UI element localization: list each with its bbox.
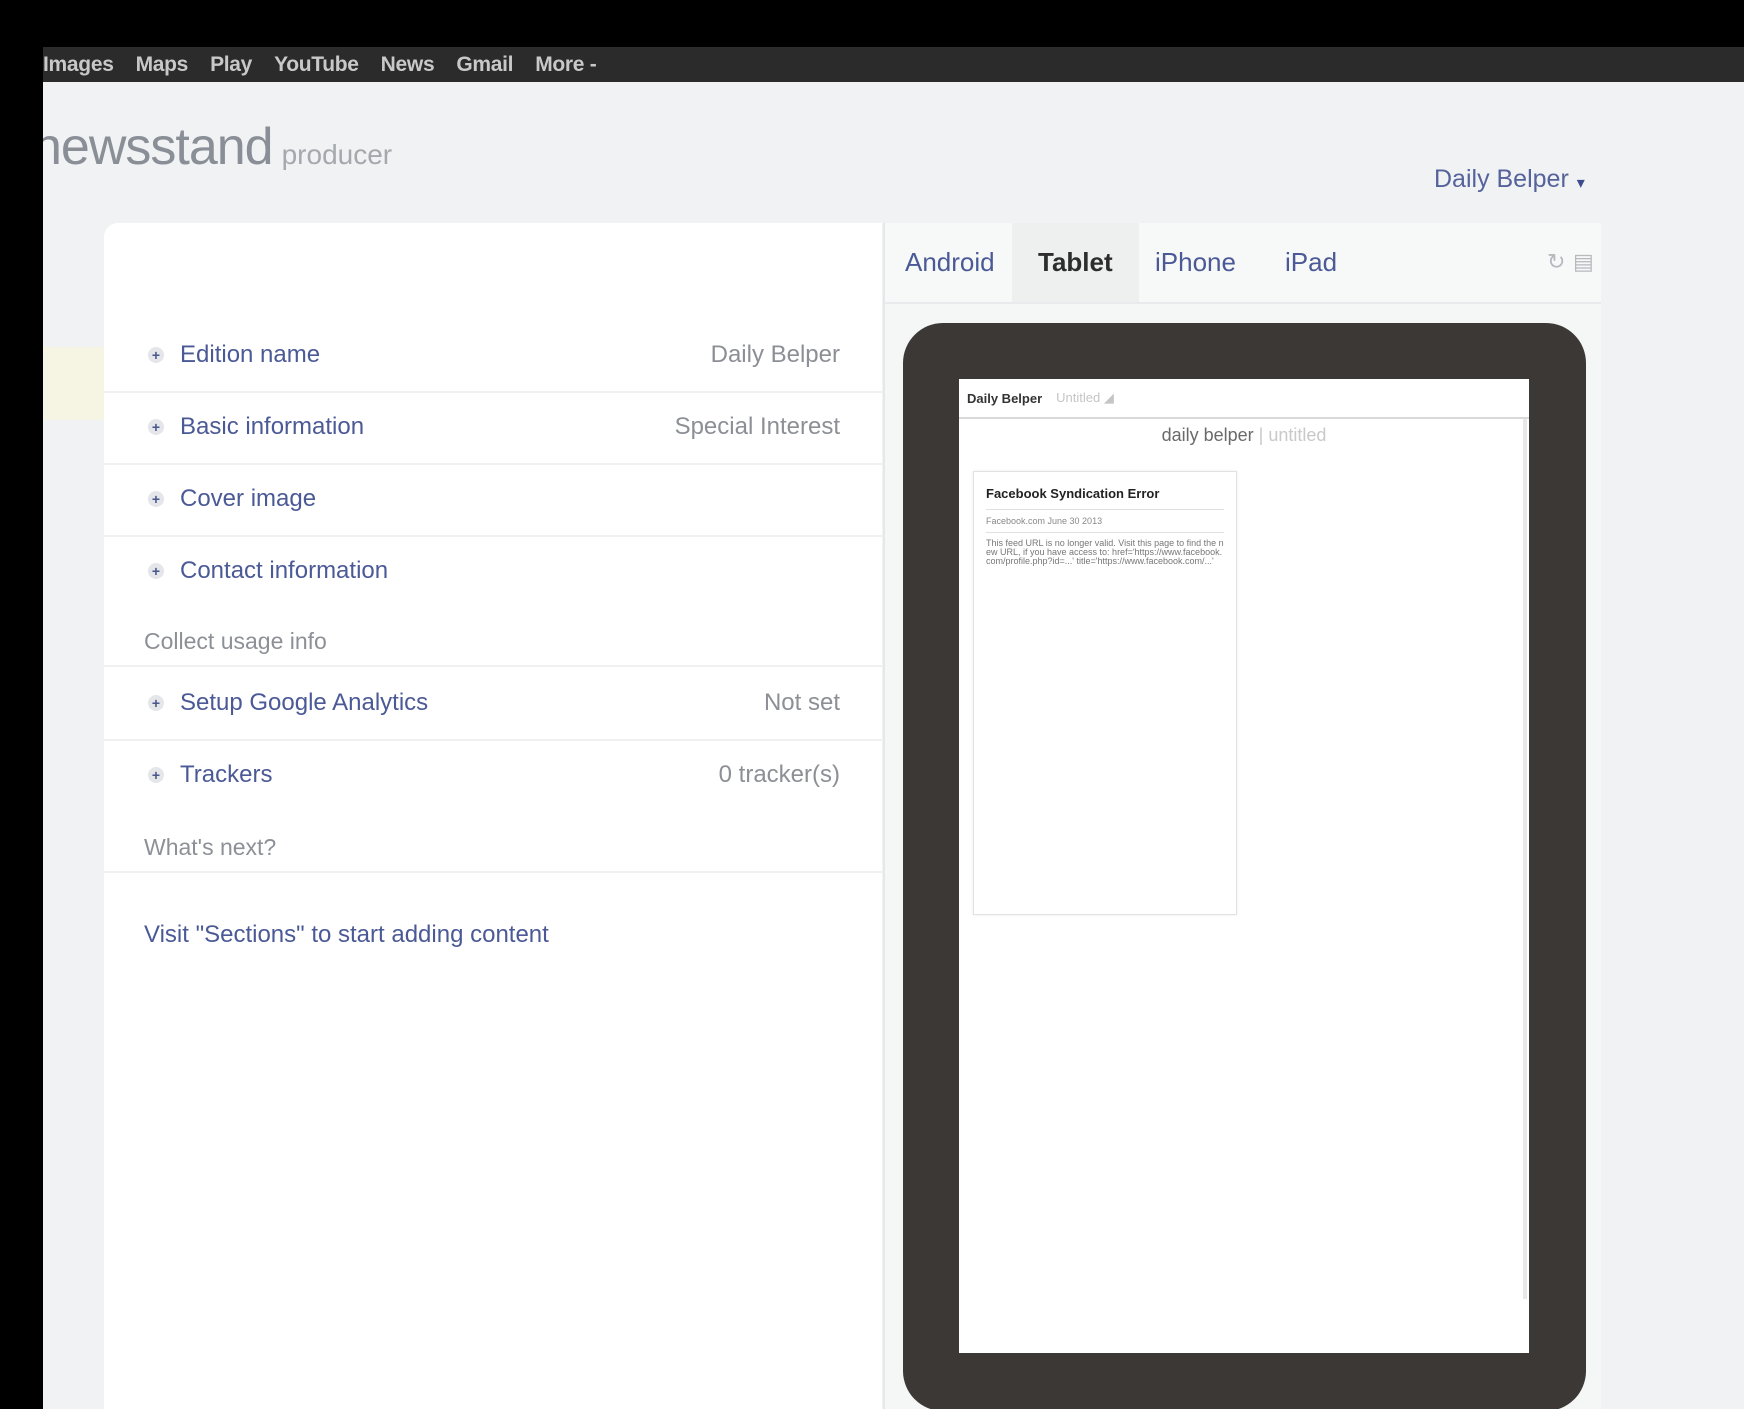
expand-icon: + (148, 767, 164, 783)
edition-selector[interactable]: Daily Belper ▾ (1434, 165, 1585, 194)
gbar-news-link[interactable]: News (381, 53, 435, 77)
expand-icon: + (148, 491, 164, 507)
app-section-menu[interactable]: Untitled ◢ (1056, 390, 1114, 406)
expand-icon: + (148, 347, 164, 363)
tablet-screen: Daily Belper Untitled ◢ daily belper | u… (959, 379, 1529, 1353)
brand-name: newsstand (43, 118, 274, 176)
edition-settings-panel: + Edition name Daily Belper + Basic info… (104, 223, 882, 1409)
screenshot-icon[interactable]: ▤ (1573, 251, 1595, 273)
settings-row-basic-information[interactable]: + Basic information Special Interest (104, 391, 882, 465)
newsstand-logo[interactable]: newsstand producer (43, 117, 392, 177)
edition-selector-label: Daily Belper (1434, 165, 1569, 193)
device-tabs: Android Tablet iPhone iPad ↻ ▤ (885, 223, 1601, 304)
expand-icon: + (148, 563, 164, 579)
usage-section-heading: Collect usage info (104, 607, 882, 667)
settings-row-google-analytics[interactable]: + Setup Google Analytics Not set (104, 667, 882, 741)
tab-iphone[interactable]: iPhone (1155, 223, 1236, 302)
card-body: This feed URL is no longer valid. Visit … (986, 538, 1224, 566)
chevron-down-icon: ▾ (1576, 174, 1585, 192)
gbar-images-link[interactable]: Images (43, 53, 114, 77)
google-bar: Images Maps Play YouTube News Gmail More… (43, 47, 1744, 82)
app-top-bar: Daily Belper Untitled ◢ (959, 379, 1529, 419)
card-divider (986, 509, 1224, 510)
gbar-play-link[interactable]: Play (210, 53, 252, 77)
row-label: Edition name (180, 341, 321, 368)
next-section-heading: What's next? (104, 813, 882, 873)
expand-icon: + (148, 695, 164, 711)
tab-android[interactable]: Android (905, 223, 995, 302)
settings-row-edition-name[interactable]: + Edition name Daily Belper (104, 319, 882, 393)
gbar-youtube-link[interactable]: YouTube (274, 53, 359, 77)
settings-row-cover-image[interactable]: + Cover image (104, 463, 882, 537)
row-label: Setup Google Analytics (180, 689, 429, 716)
tablet-device-frame: Daily Belper Untitled ◢ daily belper | u… (903, 323, 1586, 1409)
card-title: Facebook Syndication Error (986, 486, 1160, 501)
tab-ipad[interactable]: iPad (1285, 223, 1337, 302)
app-edition-name: Daily Belper (967, 390, 1043, 406)
app-title-main: daily belper (1161, 425, 1254, 445)
expand-icon: + (148, 419, 164, 435)
row-value: 0 tracker(s) (718, 761, 840, 788)
app-title-sub: untitled (1268, 425, 1327, 445)
card-subtitle: Facebook.com June 30 2013 (986, 516, 1103, 526)
settings-row-contact-information[interactable]: + Contact information (104, 535, 882, 607)
section-heading-text: Collect usage info (144, 628, 327, 654)
row-label: Contact information (180, 557, 389, 584)
tab-tablet[interactable]: Tablet (1012, 223, 1139, 302)
visit-sections-link[interactable]: Visit "Sections" to start adding content (144, 921, 549, 949)
row-value: Not set (763, 689, 840, 716)
section-heading-text: What's next? (144, 834, 277, 860)
gbar-gmail-link[interactable]: Gmail (456, 53, 513, 77)
brand-sub: producer (281, 139, 393, 170)
row-value: Special Interest (674, 413, 840, 440)
refresh-icon[interactable]: ↻ (1547, 251, 1569, 273)
row-label: Basic information (180, 413, 365, 440)
row-value: Daily Belper (710, 341, 840, 368)
row-label: Trackers (180, 761, 273, 788)
gbar-maps-link[interactable]: Maps (136, 53, 189, 77)
browser-viewport: Images Maps Play YouTube News Gmail More… (43, 47, 1744, 1409)
settings-row-trackers[interactable]: + Trackers 0 tracker(s) (104, 739, 882, 811)
row-label: Cover image (180, 485, 317, 512)
gbar-more-menu[interactable]: More - (535, 53, 597, 77)
device-preview-panel: Android Tablet iPhone iPad ↻ ▤ Daily Bel… (883, 223, 1601, 1409)
article-card[interactable]: Facebook Syndication Error Facebook.com … (973, 471, 1237, 915)
app-title-separator: | (1253, 425, 1269, 445)
sidebar-selection-highlight (43, 347, 104, 420)
scrollbar[interactable] (1523, 419, 1527, 1299)
app-title: daily belper | untitled (959, 425, 1529, 446)
card-divider (986, 532, 1224, 533)
